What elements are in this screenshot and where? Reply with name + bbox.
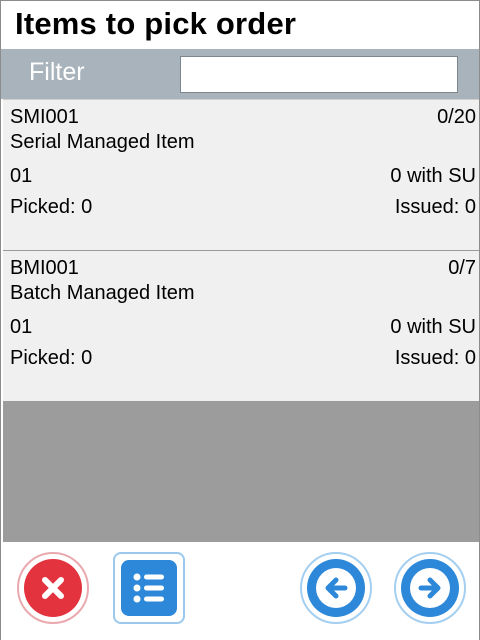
item-description-row: Batch Managed Item <box>10 281 476 305</box>
arrow-left-icon <box>325 577 348 599</box>
back-button-inner <box>316 568 356 608</box>
item-picked: Picked: 0 <box>10 347 93 369</box>
cancel-button[interactable] <box>17 552 89 624</box>
back-button[interactable] <box>300 552 372 624</box>
item-quantity: 0/7 <box>448 257 476 279</box>
item-list-button-face <box>121 560 177 616</box>
window-frame: Items to pick order Filter SMI001 0/20 S… <box>0 0 480 640</box>
bottom-toolbar <box>1 542 479 640</box>
arrow-right-icon <box>418 577 441 599</box>
close-icon <box>42 577 64 599</box>
filter-bar: Filter <box>1 49 479 99</box>
item-header-row: BMI001 0/7 <box>10 256 476 280</box>
filter-input[interactable] <box>180 56 458 93</box>
item-code: SMI001 <box>10 106 79 128</box>
item-location: 01 <box>10 165 33 187</box>
item-list-button[interactable] <box>113 552 185 624</box>
item-issued: Issued: 0 <box>394 196 476 218</box>
next-button-inner <box>410 568 450 608</box>
title-bar: Items to pick order <box>1 1 479 49</box>
items-list[interactable]: SMI001 0/20 Serial Managed Item 01 0 wit… <box>3 99 479 542</box>
item-status-row: Picked: 0 Issued: 0 <box>10 195 476 219</box>
item-storage-units: 0 with SU <box>390 165 476 187</box>
list-item[interactable]: SMI001 0/20 Serial Managed Item 01 0 wit… <box>3 99 479 250</box>
cancel-button-face <box>24 559 82 617</box>
item-location: 01 <box>10 316 33 338</box>
item-header-row: SMI001 0/20 <box>10 105 476 129</box>
item-status-row: Picked: 0 Issued: 0 <box>10 346 476 370</box>
item-storage-units: 0 with SU <box>390 316 476 338</box>
item-description: Serial Managed Item <box>10 131 195 153</box>
item-description-row: Serial Managed Item <box>10 130 476 154</box>
page-title: Items to pick order <box>15 6 297 41</box>
back-button-face <box>307 559 365 617</box>
list-icon <box>133 573 164 603</box>
item-picked: Picked: 0 <box>10 196 93 218</box>
next-button-face <box>401 559 459 617</box>
item-issued: Issued: 0 <box>394 347 476 369</box>
list-item[interactable]: BMI001 0/7 Batch Managed Item 01 0 with … <box>3 250 479 401</box>
item-location-row: 01 0 with SU <box>10 164 476 188</box>
next-button[interactable] <box>394 552 466 624</box>
item-code: BMI001 <box>10 257 79 279</box>
item-location-row: 01 0 with SU <box>10 315 476 339</box>
filter-label: Filter <box>29 58 85 86</box>
item-description: Batch Managed Item <box>10 282 195 304</box>
item-quantity: 0/20 <box>437 106 476 128</box>
